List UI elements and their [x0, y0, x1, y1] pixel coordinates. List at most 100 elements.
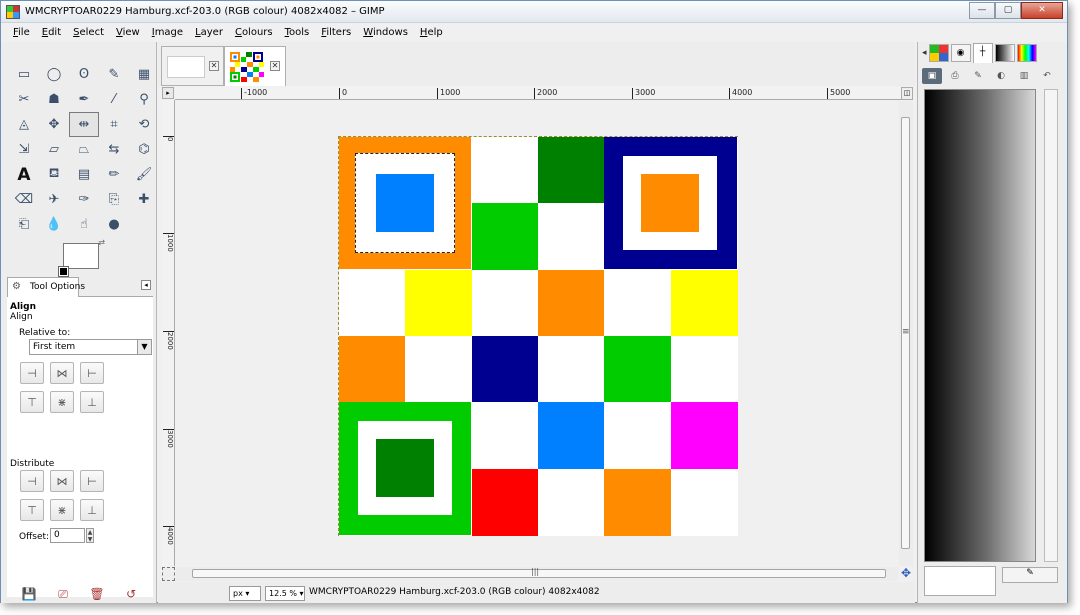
rotate-tool-icon[interactable]: ⟲: [129, 112, 159, 137]
menu-select[interactable]: Select: [67, 24, 110, 42]
image-canvas[interactable]: [338, 136, 738, 536]
distribute-right-button[interactable]: ⊢: [80, 470, 104, 492]
menu-help[interactable]: Help: [414, 24, 449, 42]
pencil-tool-icon[interactable]: ✏: [99, 162, 129, 187]
measure-tool-icon[interactable]: ◬: [9, 112, 39, 137]
menu-filters[interactable]: Filters: [315, 24, 357, 42]
horizontal-scrollbar[interactable]: |||: [176, 567, 898, 581]
by-colour-select-tool-icon[interactable]: ▦: [129, 62, 159, 87]
distribute-vcenter-button[interactable]: ⋇: [50, 499, 74, 521]
dodge-burn-tool-icon[interactable]: ●: [99, 212, 129, 237]
align-right-edge-button[interactable]: ⊢: [80, 362, 104, 384]
paintbrush-tool-icon[interactable]: 🖌: [129, 162, 159, 187]
canvas-area[interactable]: [176, 101, 898, 566]
tab-menu-icon[interactable]: ◂: [922, 48, 927, 58]
paths-tool-icon[interactable]: ✒: [69, 87, 99, 112]
text-tool-icon[interactable]: A: [9, 162, 39, 187]
zoom-select[interactable]: 12.5 % ▾: [265, 586, 305, 601]
navigate-icon[interactable]: ✥: [899, 567, 913, 581]
align-bottom-edge-button[interactable]: ⊥: [80, 391, 104, 413]
dock-action-button[interactable]: ✎: [1002, 567, 1058, 583]
zoom-tool-icon[interactable]: ⚲: [129, 87, 159, 112]
airbrush-tool-icon[interactable]: ✈: [39, 187, 69, 212]
menu-colours[interactable]: Colours: [229, 24, 279, 42]
shear-tool-icon[interactable]: ▱: [39, 137, 69, 162]
close-tab-icon[interactable]: ✕: [209, 61, 219, 71]
distribute-bottom-button[interactable]: ⊥: [80, 499, 104, 521]
smudge-tool-icon[interactable]: ☝: [69, 212, 99, 237]
crop-tool-icon[interactable]: ⌗: [99, 112, 129, 137]
free-select-tool-icon[interactable]: ʘ: [69, 62, 99, 87]
close-tab-icon[interactable]: ✕: [270, 61, 280, 71]
scale-tool-icon[interactable]: ⇲: [9, 137, 39, 162]
dock-scrollbar[interactable]: [1044, 89, 1058, 562]
align-top-edge-button[interactable]: ⊤: [20, 391, 44, 413]
cage-transform-tool-icon[interactable]: ⌬: [129, 137, 159, 162]
quick-mask-toggle[interactable]: [162, 567, 175, 581]
offset-input[interactable]: 0: [50, 528, 85, 543]
brushes-tab-icon[interactable]: ◉: [950, 44, 971, 62]
menu-windows[interactable]: Windows: [357, 24, 414, 42]
perspective-clone-tool-icon[interactable]: ⎗: [9, 212, 39, 237]
ruler-corner-menu-icon[interactable]: ▸: [162, 87, 174, 99]
align-left-edge-button[interactable]: ⊣: [20, 362, 44, 384]
close-button[interactable]: ✕: [1021, 2, 1063, 19]
eraser-tool-icon[interactable]: ⌫: [9, 187, 39, 212]
clone-tool-icon[interactable]: ⎘: [99, 187, 129, 212]
foreground-select-tool-icon[interactable]: ☗: [39, 87, 69, 112]
fg-bg-colour-selector[interactable]: ⇄: [58, 238, 105, 277]
vertical-ruler[interactable]: 0 1000 2000 3000 4000: [162, 100, 175, 566]
colourmap-tab-icon[interactable]: ◐: [991, 68, 1011, 84]
align-vertical-center-button[interactable]: ⋇: [50, 391, 74, 413]
palettes-tab-icon[interactable]: [1016, 44, 1037, 62]
menu-edit[interactable]: Edit: [36, 24, 67, 42]
align-tool-icon[interactable]: ⇹: [69, 112, 99, 137]
gradients-tab-icon[interactable]: [994, 44, 1015, 62]
menu-layer[interactable]: Layer: [189, 24, 229, 42]
menu-view[interactable]: View: [110, 24, 146, 42]
ink-tool-icon[interactable]: ✑: [69, 187, 99, 212]
perspective-tool-icon[interactable]: ⏢: [69, 137, 99, 162]
undo-tab-icon[interactable]: ↶: [1037, 68, 1057, 84]
heal-tool-icon[interactable]: ✚: [129, 187, 159, 212]
flip-tool-icon[interactable]: ⇆: [99, 137, 129, 162]
menu-image[interactable]: Image: [146, 24, 189, 42]
menu-tools[interactable]: Tools: [279, 24, 316, 42]
layers-tab-icon[interactable]: ▣: [922, 68, 942, 84]
fuzzy-select-tool-icon[interactable]: ✎: [99, 62, 129, 87]
reset-colours-icon[interactable]: [58, 266, 69, 277]
colour-picker-tool-icon[interactable]: ⁄: [99, 87, 129, 112]
distribute-top-button[interactable]: ⊤: [20, 499, 44, 521]
rect-select-tool-icon[interactable]: ▭: [9, 62, 39, 87]
restore-options-icon[interactable]: ⎚: [58, 587, 68, 602]
ellipse-select-tool-icon[interactable]: ◯: [39, 62, 69, 87]
save-options-icon[interactable]: 💾: [22, 587, 37, 602]
tab-menu-icon[interactable]: ◂: [141, 280, 151, 290]
menu-file[interactable]: File: [7, 24, 36, 42]
image-tab-active[interactable]: ✕: [224, 46, 286, 86]
distribute-left-button[interactable]: ⊣: [20, 470, 44, 492]
offset-spinner[interactable]: ▲ ▼: [86, 528, 94, 543]
patterns-tab-icon[interactable]: [928, 44, 949, 62]
tool-options-tab[interactable]: ⚙ Tool Options: [7, 277, 85, 298]
histogram-tab-icon[interactable]: ▥: [1014, 68, 1034, 84]
tool-preset-tab-icon[interactable]: ┼: [972, 43, 993, 63]
swap-colours-icon[interactable]: ⇄: [98, 238, 105, 247]
bucket-fill-tool-icon[interactable]: ⛾: [39, 162, 69, 187]
minimize-button[interactable]: —: [969, 2, 995, 19]
blur-tool-icon[interactable]: 💧: [39, 212, 69, 237]
maximize-button[interactable]: ▢: [995, 2, 1021, 19]
delete-options-icon[interactable]: 🗑: [89, 587, 104, 602]
align-horizontal-center-button[interactable]: ⋈: [50, 362, 74, 384]
paths-tab-icon[interactable]: ✎: [968, 68, 988, 84]
vertical-scrollbar[interactable]: ≡: [899, 101, 913, 566]
channels-tab-icon[interactable]: ⎙: [945, 68, 965, 84]
move-tool-icon[interactable]: ✥: [39, 112, 69, 137]
image-tab-blank[interactable]: ✕: [161, 46, 224, 86]
unit-select[interactable]: px ▾: [229, 586, 261, 601]
reset-options-icon[interactable]: ↺: [126, 587, 136, 602]
scissors-select-tool-icon[interactable]: ✂: [9, 87, 39, 112]
relative-to-select[interactable]: First item ▼: [29, 339, 152, 355]
background-colour-swatch[interactable]: [63, 243, 99, 269]
zoom-to-fit-icon[interactable]: ◫: [901, 87, 913, 100]
